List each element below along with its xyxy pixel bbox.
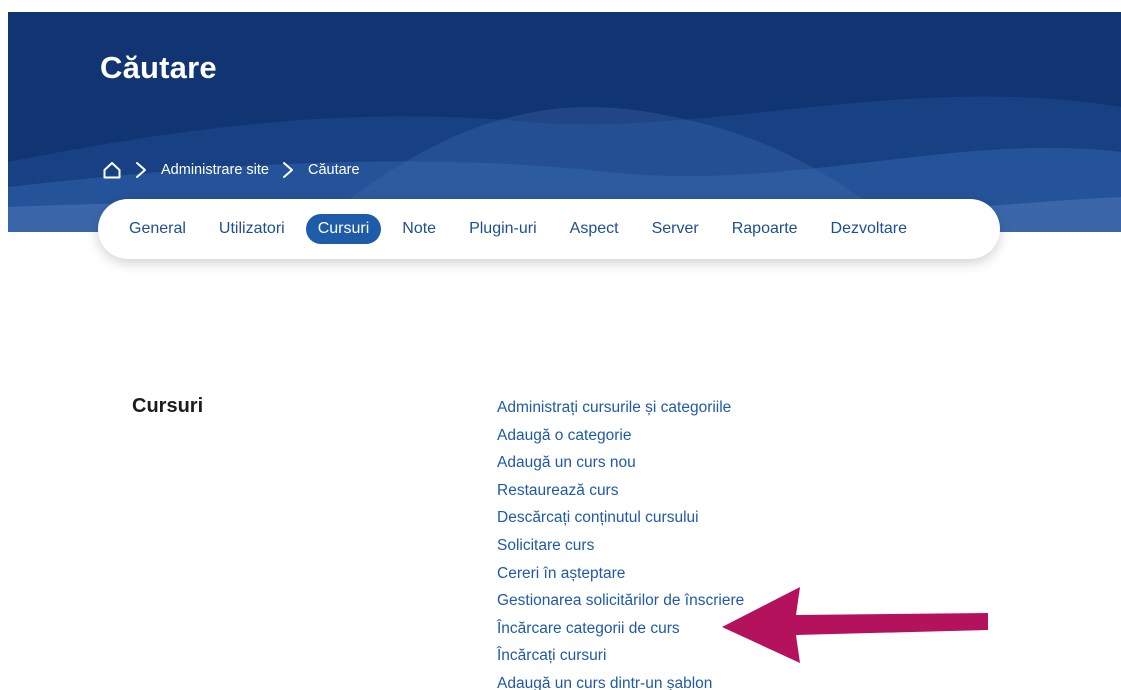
tab-plugin-uri[interactable]: Plugin-uri xyxy=(457,214,549,244)
arrow-left-icon xyxy=(722,587,988,663)
page-title: Căutare xyxy=(100,50,217,85)
admin-tabs: General Utilizatori Cursuri Note Plugin-… xyxy=(98,199,1000,259)
link-descarcati-continutul[interactable]: Descărcați conținutul cursului xyxy=(497,504,744,532)
tab-cursuri[interactable]: Cursuri xyxy=(305,214,382,244)
tab-rapoarte[interactable]: Rapoarte xyxy=(720,214,810,244)
link-adauga-curs-sablon[interactable]: Adaugă un curs dintr-un șablon xyxy=(497,670,744,690)
link-administrati-cursurile[interactable]: Administrați cursurile și categoriile xyxy=(497,394,744,422)
tab-dezvoltare[interactable]: Dezvoltare xyxy=(819,214,919,244)
link-gestionarea-solicitarilor[interactable]: Gestionarea solicitărilor de înscriere xyxy=(497,587,744,615)
link-adauga-categorie[interactable]: Adaugă o categorie xyxy=(497,422,744,450)
breadcrumb-item-cautare: Căutare xyxy=(307,162,360,178)
breadcrumb: Administrare site Căutare xyxy=(102,155,372,185)
tab-note[interactable]: Note xyxy=(390,214,448,244)
link-incarcati-cursuri[interactable]: Încărcați cursuri xyxy=(497,642,744,670)
link-solicitare-curs[interactable]: Solicitare curs xyxy=(497,532,744,560)
course-links-list: Administrați cursurile și categoriile Ad… xyxy=(497,394,744,690)
chevron-right-icon xyxy=(134,161,148,179)
tab-aspect[interactable]: Aspect xyxy=(558,214,631,244)
tab-utilizatori[interactable]: Utilizatori xyxy=(207,214,297,244)
link-adauga-curs-nou[interactable]: Adaugă un curs nou xyxy=(497,449,744,477)
link-cereri-in-asteptare[interactable]: Cereri în așteptare xyxy=(497,560,744,588)
tab-server[interactable]: Server xyxy=(640,214,711,244)
breadcrumb-item-administrare-site[interactable]: Administrare site xyxy=(161,162,269,178)
home-icon[interactable] xyxy=(102,160,122,180)
link-incarcare-categorii[interactable]: Încărcare categorii de curs xyxy=(497,615,744,643)
link-restaureaza-curs[interactable]: Restaurează curs xyxy=(497,477,744,505)
section-heading: Cursuri xyxy=(132,395,204,417)
chevron-right-icon xyxy=(281,161,295,179)
tab-general[interactable]: General xyxy=(117,214,198,244)
